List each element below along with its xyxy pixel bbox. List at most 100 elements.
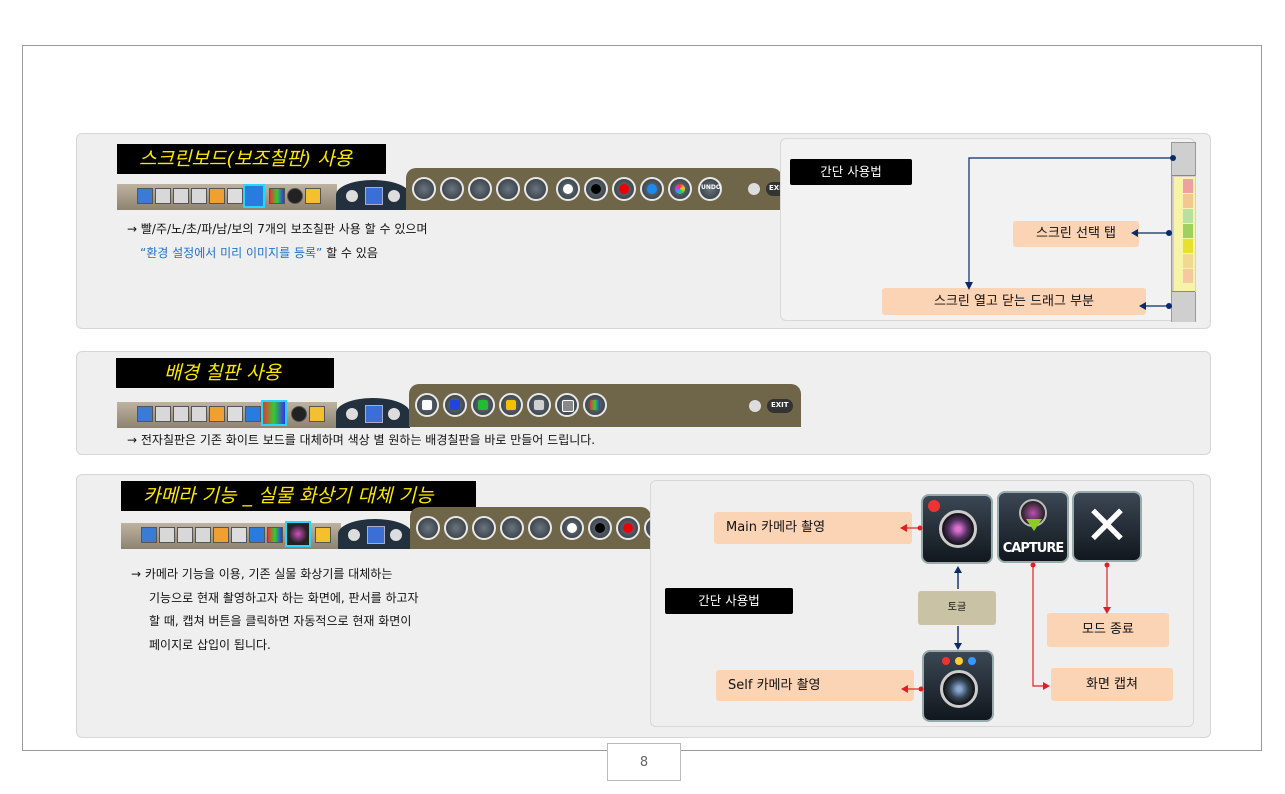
screen-select-tab-label: 스크린 선택 탭 [1013,221,1139,247]
screen-tab-orange[interactable] [1183,194,1193,208]
ink-black-icon[interactable] [584,177,608,201]
tools-icon[interactable] [315,527,331,543]
camera-icon[interactable] [291,406,307,422]
main-camera-button[interactable] [921,494,993,564]
pen-white-icon[interactable] [444,516,468,540]
nav-dome [336,398,410,428]
page-icon[interactable] [137,406,153,422]
tab-top-handle[interactable] [1172,143,1195,176]
ink-white-icon[interactable] [560,516,584,540]
board-image-icon[interactable] [555,393,579,417]
camera-guide-badge: 간단 사용법 [665,588,793,614]
board-yellow-icon[interactable] [499,393,523,417]
tools-icon[interactable] [309,406,325,422]
board-blue-icon[interactable] [443,393,467,417]
select-icon[interactable] [231,527,247,543]
page-icon[interactable] [137,188,153,204]
page-number: 8 [607,743,681,781]
pen-white-icon[interactable] [496,177,520,201]
camera-icon[interactable] [287,188,303,204]
prev-page-icon[interactable] [348,529,360,541]
board-tray: EXIT [409,384,801,427]
ink-black-icon[interactable] [588,516,612,540]
pen-white-icon[interactable] [524,177,548,201]
undo-button[interactable]: UNDO [698,177,722,201]
page-grid-icon[interactable] [365,187,383,205]
pen-icon[interactable] [173,406,189,422]
select-icon[interactable] [227,188,243,204]
pen-icon[interactable] [159,527,175,543]
main-toolbar [121,521,341,549]
collapse-icon[interactable] [749,400,761,412]
page-grid-icon[interactable] [365,405,383,423]
board-gray-icon[interactable] [527,393,551,417]
pen-white-icon[interactable] [528,516,552,540]
board-color-icon[interactable] [583,393,607,417]
camera-icon[interactable] [285,521,311,547]
ink-blue-icon[interactable] [640,177,664,201]
toggle-label: 토글 [918,591,996,625]
ink-red-icon[interactable] [612,177,636,201]
camera-desc-line: 할 때, 캡쳐 버튼을 클릭하면 자동적으로 현재 화면이 [149,614,412,628]
self-camera-button[interactable] [922,650,994,722]
screen-tab-green[interactable] [1183,209,1193,223]
capture-arrow-icon [1026,519,1042,531]
close-mode-button[interactable]: ✕ [1072,491,1142,562]
capture-button[interactable]: CAPTURE [997,491,1069,563]
pen-icon[interactable] [177,527,193,543]
background-board-icon[interactable] [261,400,287,426]
screen-tab-sand[interactable] [1183,254,1193,268]
background-board-desc: → 전자칠판은 기존 화이트 보드를 대체하며 색상 별 원하는 배경칠판을 바… [127,433,596,447]
pen-icon[interactable] [155,406,171,422]
pen-white-icon[interactable] [440,177,464,201]
ink-red-icon[interactable] [616,516,640,540]
tools-icon[interactable] [305,188,321,204]
select-icon[interactable] [227,406,243,422]
prev-page-icon[interactable] [346,190,358,202]
pen-white-icon[interactable] [412,177,436,201]
screenboard-icon[interactable] [245,406,261,422]
pen-white-icon[interactable] [416,516,440,540]
screenboard-desc-rest: 할 수 있음 [322,246,378,260]
shape-icon[interactable] [191,188,207,204]
nav-dome [338,519,412,549]
background-board-icon[interactable] [267,527,283,543]
indicator-red-icon [942,657,950,665]
board-green-icon[interactable] [471,393,495,417]
eraser-icon[interactable] [213,527,229,543]
drag-handle[interactable] [1172,291,1195,322]
exit-button[interactable]: EXIT [767,399,793,413]
screen-tab-area[interactable] [1173,176,1196,292]
eraser-icon[interactable] [209,188,225,204]
shape-icon[interactable] [195,527,211,543]
exit-label: EXIT [771,401,789,409]
pen-white-icon[interactable] [472,516,496,540]
screen-tab-red[interactable] [1183,179,1193,193]
ink-rainbow-icon[interactable] [668,177,692,201]
background-board-icon[interactable] [269,188,285,204]
ink-white-icon[interactable] [556,177,580,201]
screenboard-icon[interactable] [243,184,265,208]
record-dot-icon [928,500,940,512]
screen-tab-yellow[interactable] [1183,239,1193,253]
shape-icon[interactable] [191,406,207,422]
pen-tray: UNDO EXIT [406,168,782,210]
capture-label: 화면 캡쳐 [1051,668,1173,701]
camera-desc-line: → 카메라 기능을 이용, 기존 실물 화상기를 대체하는 [131,567,393,581]
pen-white-icon[interactable] [500,516,524,540]
screen-tab-lime[interactable] [1183,224,1193,238]
next-page-icon[interactable] [388,190,400,202]
next-page-icon[interactable] [390,529,402,541]
eraser-icon[interactable] [209,406,225,422]
pen-icon[interactable] [173,188,189,204]
page-grid-icon[interactable] [367,526,385,544]
next-page-icon[interactable] [388,408,400,420]
board-white-icon[interactable] [415,393,439,417]
screenboard-icon[interactable] [249,527,265,543]
page-icon[interactable] [141,527,157,543]
screen-tab-peach[interactable] [1183,269,1193,283]
prev-page-icon[interactable] [346,408,358,420]
collapse-icon[interactable] [748,183,760,195]
pen-white-icon[interactable] [468,177,492,201]
pen-icon[interactable] [155,188,171,204]
